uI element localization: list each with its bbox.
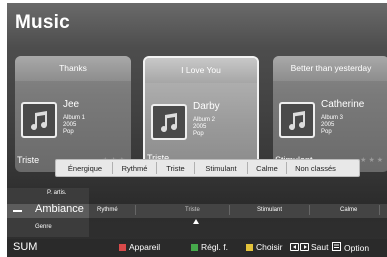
category-previous[interactable]: P. artis. — [47, 190, 67, 196]
legend-option[interactable]: Option — [332, 242, 369, 253]
music-note-icon — [279, 102, 315, 138]
song-title: Better than yesterday — [273, 56, 387, 81]
tools-icon — [332, 242, 341, 253]
music-screen: Music Thanks Jee Album 1 2005 Pop Triste… — [7, 3, 387, 257]
yellow-button-icon — [246, 243, 253, 251]
option-label: Option — [344, 242, 370, 253]
skip-label: Saut — [311, 242, 329, 252]
legend-yellow-label: Choisir — [256, 242, 283, 252]
mood-filter-stimulant[interactable]: Stimulant — [257, 207, 282, 213]
mood-option-calme[interactable]: Calme — [248, 162, 287, 174]
rewind-key-icon — [290, 243, 299, 251]
song-title: Thanks — [15, 56, 131, 81]
mood-filter-calme[interactable]: Calme — [340, 207, 357, 213]
mood-selector-popup: Énergique Rythmé Triste Stimulant Calme … — [55, 159, 360, 177]
forward-key-icon — [300, 243, 309, 251]
dash-icon — [13, 210, 22, 212]
mood-filter-rythme[interactable]: Rythmé — [97, 207, 118, 213]
legend-skip[interactable]: Saut — [290, 242, 329, 252]
divider — [229, 205, 230, 215]
album-meta: Album 1 2005 Pop — [63, 115, 86, 135]
song-card-1[interactable]: Thanks Jee Album 1 2005 Pop Triste ★★★ — [15, 56, 131, 172]
divider — [135, 205, 136, 215]
up-arrow-icon — [193, 219, 199, 224]
legend-red-label: Appareil — [129, 242, 161, 252]
album-meta: Album 3 2005 Pop — [321, 115, 344, 135]
mood-option-non-classes[interactable]: Non classés — [287, 162, 344, 174]
mood-option-stimulant[interactable]: Stimulant — [195, 162, 248, 174]
mood-option-rythme[interactable]: Rythmé — [113, 162, 157, 174]
red-button-icon — [119, 243, 126, 251]
status-bar: SUM Appareil Régl. f. Choisir Saut Optio… — [7, 239, 387, 257]
artist-name: Catherine — [321, 99, 365, 110]
legend-yellow[interactable]: Choisir — [246, 242, 282, 252]
album-meta: Album 2 2005 Pop — [193, 117, 216, 137]
music-note-icon — [21, 102, 57, 138]
category-current[interactable]: Ambiance — [35, 203, 84, 215]
mood-option-triste[interactable]: Triste — [157, 162, 195, 174]
music-note-icon — [151, 104, 187, 140]
artist-name: Jee — [63, 99, 80, 110]
mood-label: Triste — [17, 155, 40, 165]
sum-label: SUM — [13, 241, 38, 253]
legend-green[interactable]: Régl. f. — [191, 242, 228, 252]
divider — [379, 205, 380, 215]
song-title: I Love You — [145, 58, 257, 83]
page-title: Music — [15, 12, 70, 33]
legend-green-label: Régl. f. — [201, 242, 228, 252]
song-card-3[interactable]: Better than yesterday Catherine Album 3 … — [273, 56, 387, 172]
mood-filter-triste[interactable]: Triste — [185, 207, 200, 213]
category-next[interactable]: Genre — [35, 224, 52, 230]
mood-option-energique[interactable]: Énergique — [58, 162, 113, 174]
rating-stars: ★★★ — [360, 157, 385, 164]
artist-name: Darby — [193, 101, 220, 112]
legend-red[interactable]: Appareil — [119, 242, 160, 252]
green-button-icon — [191, 243, 198, 251]
divider — [309, 205, 310, 215]
song-card-2-selected[interactable]: I Love You Darby Album 2 2005 Pop Triste — [143, 56, 259, 172]
